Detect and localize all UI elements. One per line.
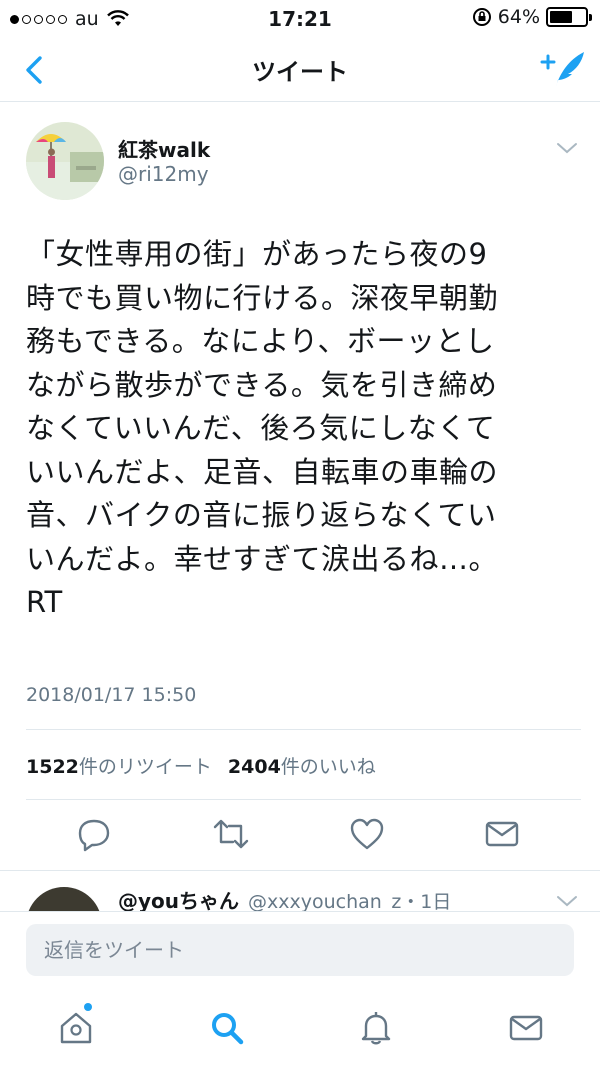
page-title: ツイート	[252, 58, 348, 86]
divider	[26, 799, 581, 800]
display-name[interactable]: 紅茶walk	[118, 134, 210, 163]
like-stat[interactable]: 2404件のいいね	[228, 752, 376, 779]
messages-icon[interactable]	[506, 1008, 546, 1048]
home-notification-dot	[84, 1003, 92, 1011]
reply-icon[interactable]	[74, 814, 114, 854]
avatar-image	[26, 122, 104, 200]
battery-icon	[546, 7, 592, 27]
rotation-lock-icon	[472, 8, 491, 26]
reply-input[interactable]	[26, 924, 574, 976]
tweet-timestamp: 2018/01/17 15:50	[26, 684, 197, 706]
retweet-count: 1522	[26, 756, 79, 778]
chevron-down-icon[interactable]	[554, 891, 580, 911]
chevron-down-icon[interactable]	[554, 138, 580, 158]
home-icon[interactable]	[56, 1008, 96, 1048]
reply-handle-time: @xxxyouchan_z・1日	[248, 891, 452, 911]
avatar[interactable]	[26, 887, 102, 911]
reply-display-name[interactable]: @youちゃん	[118, 885, 239, 911]
like-label: 件のいいね	[280, 756, 376, 778]
avatar[interactable]	[26, 122, 104, 200]
tweet-stats: 1522件のリツイート 2404件のいいね	[26, 752, 376, 779]
notifications-icon[interactable]	[356, 1008, 396, 1048]
bottom-panel	[0, 911, 600, 1067]
navigation-bar: ツイート	[0, 40, 600, 102]
battery-percent: 64%	[497, 6, 540, 28]
status-bar: au 17:21 64%	[0, 0, 600, 40]
compose-icon[interactable]	[540, 48, 586, 90]
like-count: 2404	[227, 756, 281, 778]
divider	[26, 729, 581, 730]
retweet-label: 件のリツイート	[78, 756, 212, 778]
retweet-stat[interactable]: 1522件のリツイート	[26, 752, 212, 779]
reply-tweet[interactable]: @youちゃん @xxxyouchan_z・1日	[0, 871, 600, 911]
battery-level	[550, 11, 572, 23]
user-handle[interactable]: @ri12my	[118, 162, 209, 186]
tweet-actions	[0, 814, 600, 858]
retweet-icon[interactable]	[211, 814, 251, 854]
search-icon[interactable]	[207, 1008, 247, 1048]
tweet-text: 「女性専用の街」があったら夜の9 時でも買い物に行ける。深夜早朝勤 務もできる。…	[26, 237, 499, 619]
dm-icon[interactable]	[482, 814, 522, 854]
like-icon[interactable]	[347, 814, 387, 854]
